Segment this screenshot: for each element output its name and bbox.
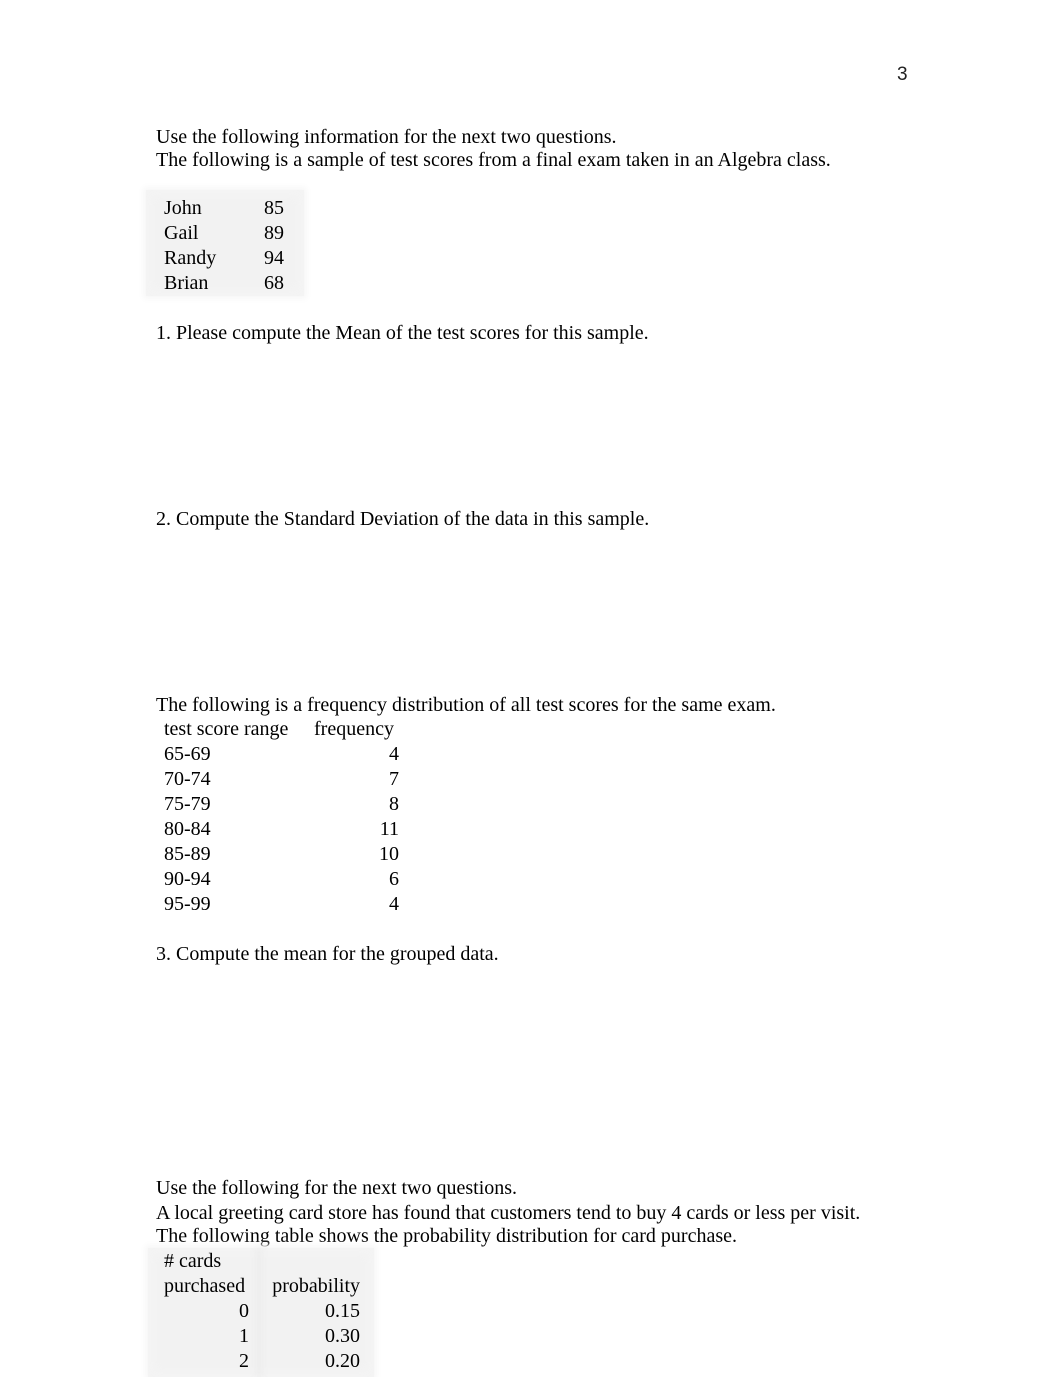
header-frequency: frequency <box>314 718 394 740</box>
frequency-distribution-table: test score range frequency 65-69 4 70-74… <box>164 717 399 917</box>
sample-scores-table: John 85 Gail 89 Randy 94 Brian 68 <box>164 196 304 296</box>
table-row: Gail 89 <box>164 221 304 246</box>
student-score: 68 <box>264 272 284 294</box>
frequency-intro: The following is a frequency distributio… <box>156 694 776 716</box>
student-name: Gail <box>164 222 199 244</box>
table-row: 95-99 4 <box>164 892 399 917</box>
cards-purchased: 2 <box>239 1350 249 1372</box>
table-header-row: purchased probability <box>164 1274 360 1299</box>
page-number: 3 <box>897 64 908 85</box>
table-row: John 85 <box>164 196 304 221</box>
score-range: 75-79 <box>164 793 211 815</box>
student-score: 94 <box>264 247 284 269</box>
table-row: Brian 68 <box>164 271 304 296</box>
table-row: 90-94 6 <box>164 867 399 892</box>
student-name: Brian <box>164 272 209 294</box>
table-row: 80-84 11 <box>164 817 399 842</box>
section2-intro-line1: Use the following for the next two quest… <box>156 1177 518 1199</box>
question-3: 3. Compute the mean for the grouped data… <box>156 943 499 965</box>
header-cards-line2: purchased <box>164 1275 246 1297</box>
frequency-value: 11 <box>379 818 399 840</box>
table-row: Randy 94 <box>164 246 304 271</box>
score-range: 80-84 <box>164 818 211 840</box>
frequency-value: 4 <box>389 893 399 915</box>
table-row: 1 0.30 <box>164 1324 360 1349</box>
score-range: 70-74 <box>164 768 211 790</box>
score-range: 95-99 <box>164 893 211 915</box>
score-range: 65-69 <box>164 743 211 765</box>
probability-value: 0.30 <box>325 1325 360 1347</box>
question-2: 2. Compute the Standard Deviation of the… <box>156 508 650 530</box>
student-score: 85 <box>264 197 284 219</box>
section1-intro-line1: Use the following information for the ne… <box>156 126 617 148</box>
header-probability: probability <box>272 1275 360 1297</box>
section2-intro-line2: A local greeting card store has found th… <box>156 1202 861 1224</box>
frequency-value: 7 <box>389 768 399 790</box>
frequency-value: 10 <box>379 843 399 865</box>
table-row: 70-74 7 <box>164 767 399 792</box>
section2-intro-line3: The following table shows the probabilit… <box>156 1225 737 1247</box>
student-score: 89 <box>264 222 284 244</box>
table-row: 0 0.15 <box>164 1299 360 1324</box>
cards-purchased: 0 <box>239 1300 249 1322</box>
table-row: 85-89 10 <box>164 842 399 867</box>
frequency-value: 4 <box>389 743 399 765</box>
probability-value: 0.20 <box>325 1350 360 1372</box>
header-cards-line1: # cards <box>164 1250 222 1272</box>
frequency-value: 6 <box>389 868 399 890</box>
table-row: 65-69 4 <box>164 742 399 767</box>
score-range: 85-89 <box>164 843 211 865</box>
question-1: 1. Please compute the Mean of the test s… <box>156 322 649 344</box>
probability-distribution-table: # cards purchased probability 0 0.15 1 0… <box>164 1249 360 1374</box>
probability-value: 0.15 <box>325 1300 360 1322</box>
header-empty <box>249 1249 360 1274</box>
section1-intro-line2: The following is a sample of test scores… <box>156 149 831 171</box>
table-row: 75-79 8 <box>164 792 399 817</box>
table-header-row: # cards <box>164 1249 360 1274</box>
header-test-score-range: test score range <box>164 718 289 740</box>
student-name: Randy <box>164 247 217 269</box>
table-header-row: test score range frequency <box>164 717 399 742</box>
table-row: 2 0.20 <box>164 1349 360 1374</box>
frequency-value: 8 <box>389 793 399 815</box>
cards-purchased: 1 <box>239 1325 249 1347</box>
score-range: 90-94 <box>164 868 211 890</box>
student-name: John <box>164 197 202 219</box>
